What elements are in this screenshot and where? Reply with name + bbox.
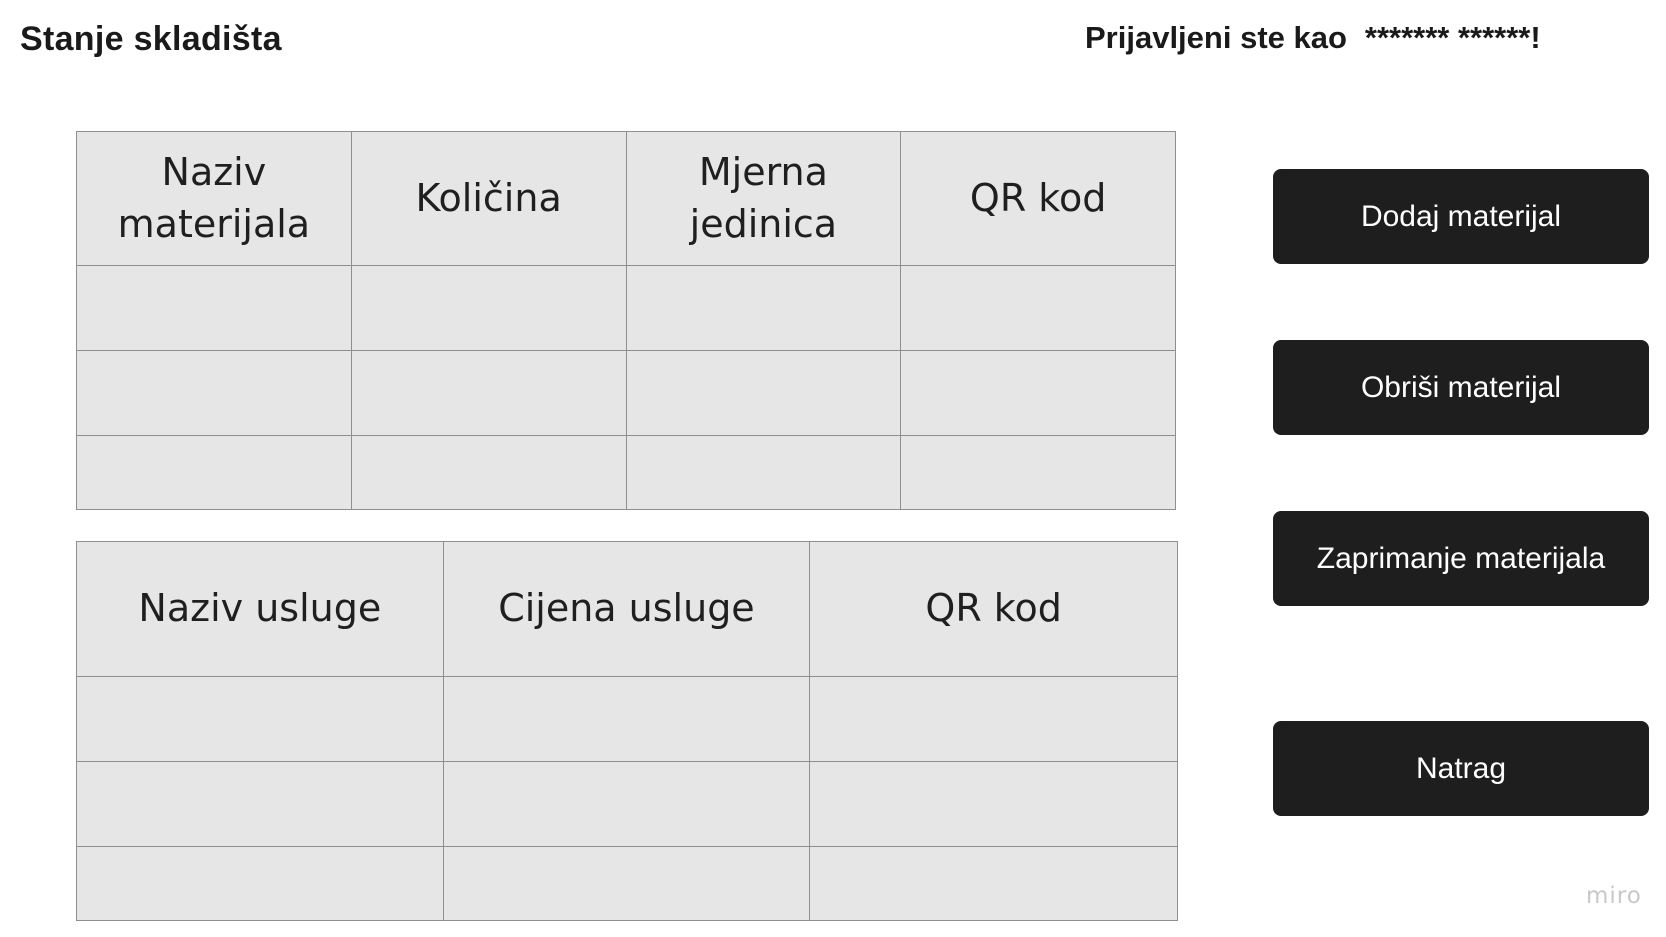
table-cell [809,761,1178,847]
table-cell [442,676,811,762]
table-cell [442,846,811,921]
table-cell [809,846,1178,921]
table-cell [76,350,352,436]
table-row[interactable] [76,846,1178,921]
table-cell [76,676,444,762]
miro-watermark: miro [1586,883,1642,909]
login-status: Prijavljeni ste kao ******* ******! [1085,20,1541,56]
column-header-material-name: Naziv materijala [76,131,352,266]
receive-material-button[interactable]: Zaprimanje materijala [1273,511,1649,606]
column-header-service-name: Naziv usluge [76,541,444,677]
table-cell [625,350,902,436]
services-header-row: Naziv usluge Cijena usluge QR kod [76,541,1178,677]
table-row[interactable] [76,435,1176,510]
table-cell [76,761,444,847]
table-cell [350,350,627,436]
table-cell [76,846,444,921]
table-row[interactable] [76,265,1176,351]
column-header-unit: Mjerna jedinica [625,131,902,266]
table-row[interactable] [76,350,1176,436]
table-cell [350,265,627,351]
materials-header-row: Naziv materijala Količina Mjerna jedinic… [76,131,1176,266]
add-material-button[interactable]: Dodaj materijal [1273,169,1649,264]
table-cell [900,435,1176,510]
table-cell [900,265,1176,351]
table-cell [442,761,811,847]
table-cell [900,350,1176,436]
back-button[interactable]: Natrag [1273,721,1649,816]
login-prefix: Prijavljeni ste kao [1085,20,1347,55]
table-row[interactable] [76,761,1178,847]
table-cell [350,435,627,510]
delete-material-button[interactable]: Obriši materijal [1273,340,1649,435]
materials-table: Naziv materijala Količina Mjerna jedinic… [76,131,1176,510]
table-cell [809,676,1178,762]
column-header-qr-code: QR kod [900,131,1176,266]
table-cell [625,265,902,351]
table-cell [625,435,902,510]
page-title: Stanje skladišta [20,20,282,58]
table-row[interactable] [76,676,1178,762]
table-cell [76,265,352,351]
column-header-quantity: Količina [350,131,627,266]
column-header-service-price: Cijena usluge [442,541,811,677]
user-name: ******* ******! [1364,20,1541,55]
table-cell [76,435,352,510]
services-table: Naziv usluge Cijena usluge QR kod [76,541,1178,921]
column-header-qr-code: QR kod [809,541,1178,677]
